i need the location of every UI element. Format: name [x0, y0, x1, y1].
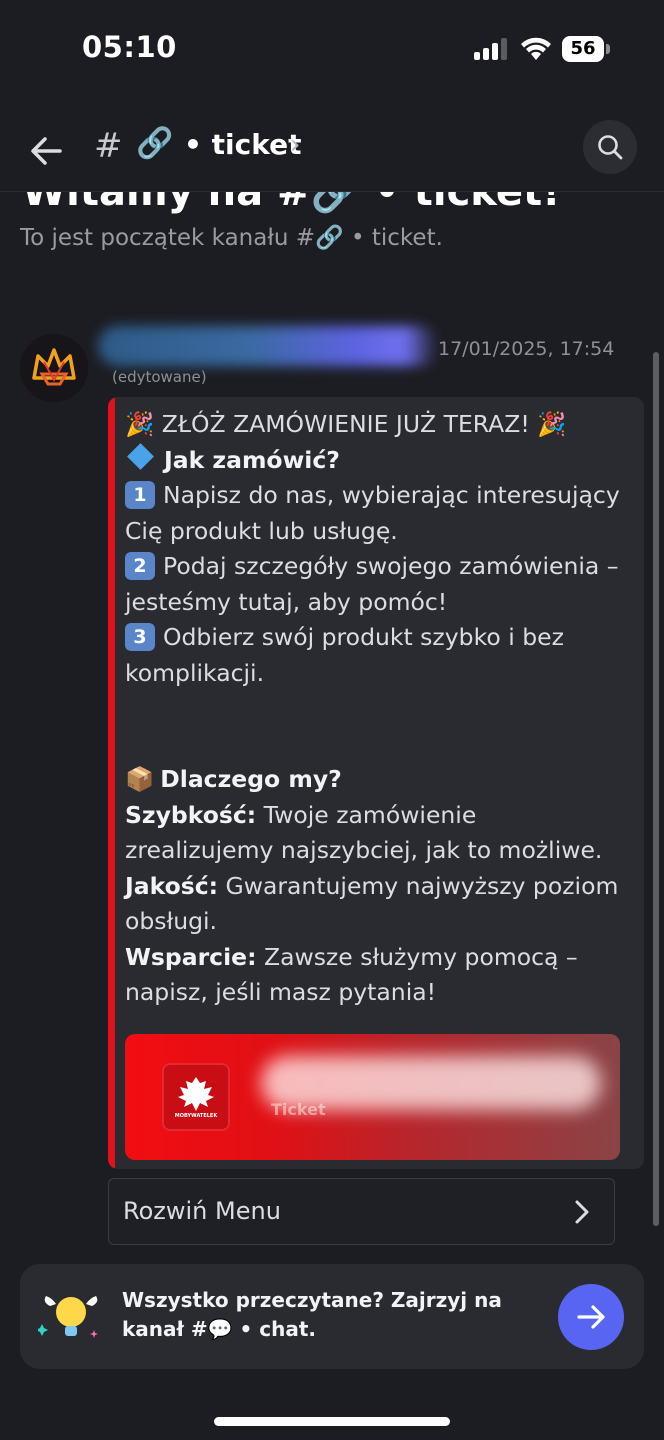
expand-menu-button[interactable]: Rozwiń Menu: [108, 1178, 615, 1245]
home-indicator[interactable]: [214, 1417, 450, 1426]
blue-diamond-icon: [127, 442, 154, 470]
feature-item: Szybkość: Twoje zamówienie zrealizujemy …: [125, 800, 603, 865]
edited-label: (edytowane): [112, 368, 207, 386]
all-read-card: Wszystko przeczytane? Zajrzyj na kanał #…: [20, 1264, 644, 1369]
channel-name[interactable]: • ticket: [184, 128, 301, 161]
embed-accent-bar: [108, 397, 115, 1169]
emblem-caption: MOBYWATELEK: [174, 1113, 218, 1119]
channel-hash: #: [94, 126, 123, 166]
arrow-left-icon: [31, 137, 62, 165]
step-item: 3 Odbierz swój produkt szybko i bez kompl…: [125, 623, 572, 687]
keycap-2-icon: 2: [125, 552, 155, 580]
embed-description: 🎉 ZŁÓŻ ZAMÓWIENIE JUŻ TERAZ! 🎉 Jak zamów…: [125, 407, 625, 1011]
image-label: Ticket: [271, 1100, 326, 1119]
link-icon: 🔗: [136, 126, 174, 161]
menu-button-label: Rozwiń Menu: [123, 1197, 281, 1225]
welcome-subtitle: To jest początek kanału #🔗 • ticket.: [20, 225, 443, 251]
avatar[interactable]: [20, 334, 88, 402]
back-button[interactable]: [24, 128, 70, 174]
go-to-channel-button[interactable]: [558, 1284, 624, 1350]
all-read-text: Wszystko przeczytane? Zajrzyj na kanał #…: [122, 1288, 502, 1341]
step-item: 2 Podaj szczegóły swojego zamówienia – je…: [125, 552, 627, 616]
chevron-right-icon[interactable]: ›: [290, 130, 300, 160]
why-heading: Dlaczego my?: [160, 765, 342, 793]
message-embed: 🎉 ZŁÓŻ ZAMÓWIENIE JUŻ TERAZ! 🎉 Jak zamów…: [108, 397, 644, 1169]
message-timestamp: 17/01/2025, 17:54: [438, 338, 615, 360]
author-name-redacted[interactable]: [98, 326, 438, 366]
feature-item: Wsparcie: Zawsze służymy pomocą – napisz…: [125, 942, 586, 1007]
crown-logo-icon: [20, 334, 88, 402]
channel-header: # 🔗 • ticket ›: [0, 108, 664, 192]
chevron-right-icon: [575, 1200, 589, 1224]
status-bar: 05:10 56: [0, 0, 664, 100]
arrow-right-icon: [577, 1305, 605, 1329]
embed-title: 🎉 ZŁÓŻ ZAMÓWIENIE JUŻ TERAZ! 🎉: [125, 410, 567, 438]
keycap-3-icon: 3: [125, 623, 155, 651]
search-button[interactable]: [583, 120, 637, 174]
search-icon: [598, 135, 623, 160]
wifi-icon: [520, 36, 552, 62]
scrollbar[interactable]: [653, 352, 659, 1226]
step-item: 1 Napisz do nas, wybierając interesujący …: [125, 481, 628, 545]
status-time: 05:10: [82, 30, 177, 64]
keycap-1-icon: 1: [125, 481, 155, 509]
lightbulb-mascot-icon: [36, 1284, 104, 1350]
cellular-signal-icon: [474, 38, 510, 60]
package-icon: 📦: [125, 765, 155, 793]
battery-level: 56: [562, 36, 604, 62]
eagle-emblem-icon: MOBYWATELEK: [162, 1063, 230, 1131]
feature-item: Jakość: Gwarantujemy najwyższy poziom ob…: [125, 871, 626, 936]
embed-image[interactable]: MOBYWATELEK Ticket: [125, 1034, 620, 1160]
battery-icon: 56: [562, 36, 610, 62]
how-heading: Jak zamówić?: [164, 445, 340, 474]
